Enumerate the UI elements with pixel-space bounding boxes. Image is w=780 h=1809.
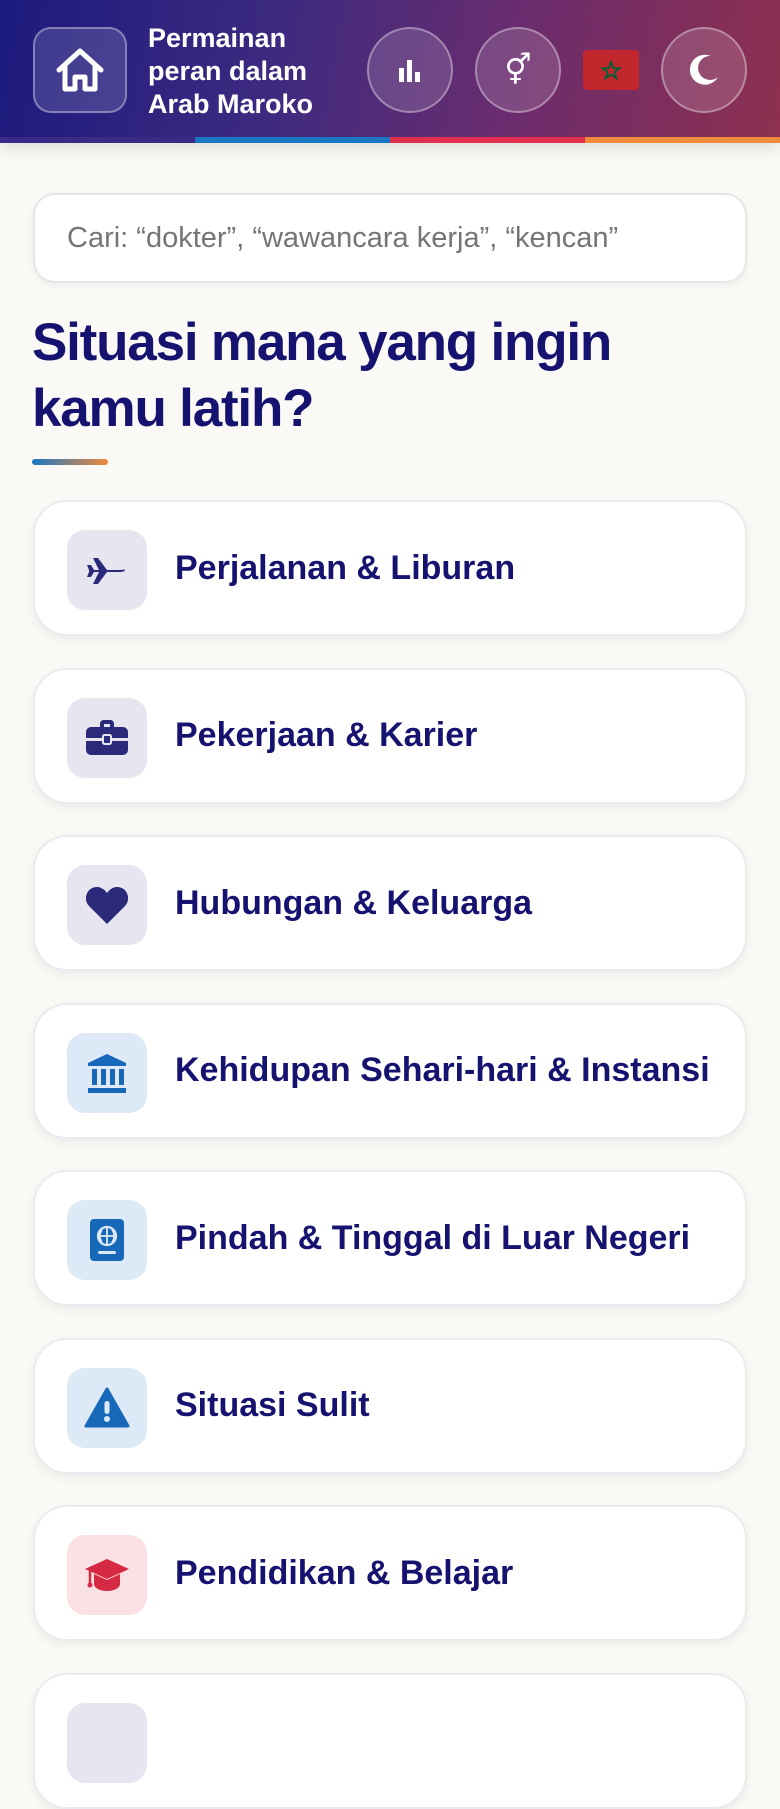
- category-label: Pendidikan & Belajar: [175, 1553, 514, 1592]
- gender-button[interactable]: ⚥: [475, 27, 561, 113]
- category-card[interactable]: Kehidupan Sehari-hari & Instansi: [33, 1002, 747, 1139]
- category-card[interactable]: Hubungan & Keluarga: [33, 835, 747, 971]
- morocco-flag-icon[interactable]: [583, 50, 639, 90]
- category-label: Perjalanan & Liburan: [175, 548, 516, 587]
- category-card[interactable]: Pekerjaan & Karier: [33, 667, 747, 804]
- category-card[interactable]: Situasi Sulit: [33, 1337, 747, 1474]
- app-title: Permainan peran dalam Arab Maroko: [148, 23, 314, 119]
- category-label: Hubungan & Keluarga: [175, 883, 533, 922]
- category-label: Situasi Sulit: [175, 1386, 370, 1424]
- moon-icon: [689, 54, 718, 85]
- briefcase-icon: [67, 697, 147, 778]
- category-card[interactable]: Pendidikan & Belajar: [33, 1505, 747, 1641]
- search-input[interactable]: [33, 193, 747, 283]
- home-icon: [56, 48, 104, 92]
- title-underline: [32, 459, 108, 465]
- bank-icon: [67, 1032, 147, 1113]
- app-header: Permainan peran dalam Arab Maroko ⚥: [0, 0, 780, 143]
- airplane-icon: [67, 530, 147, 610]
- category-label: Kehidupan Sehari-hari & Instansi: [175, 1051, 710, 1089]
- passport-icon: [67, 1200, 147, 1280]
- category-label: Pekerjaan & Karier: [175, 716, 478, 754]
- page-title: Situasi mana yang ingin kamu latih?: [32, 313, 612, 438]
- home-button[interactable]: [33, 27, 127, 113]
- dark-mode-button[interactable]: [661, 27, 747, 113]
- category-label: Pindah & Tinggal di Luar Negeri: [175, 1218, 691, 1257]
- graduation-cap-icon: [67, 1535, 147, 1615]
- bar-chart-icon: [399, 60, 420, 82]
- category-card[interactable]: Perjalanan & Liburan: [33, 500, 747, 636]
- warning-icon: [67, 1367, 147, 1448]
- header-color-stripe: [0, 137, 780, 143]
- gender-icon: ⚥: [504, 53, 532, 87]
- stats-button[interactable]: [367, 27, 453, 113]
- category-card[interactable]: [33, 1672, 747, 1809]
- category-card[interactable]: Pindah & Tinggal di Luar Negeri: [33, 1170, 747, 1306]
- category-icon-tile: [67, 1702, 147, 1783]
- heart-icon: [67, 865, 147, 945]
